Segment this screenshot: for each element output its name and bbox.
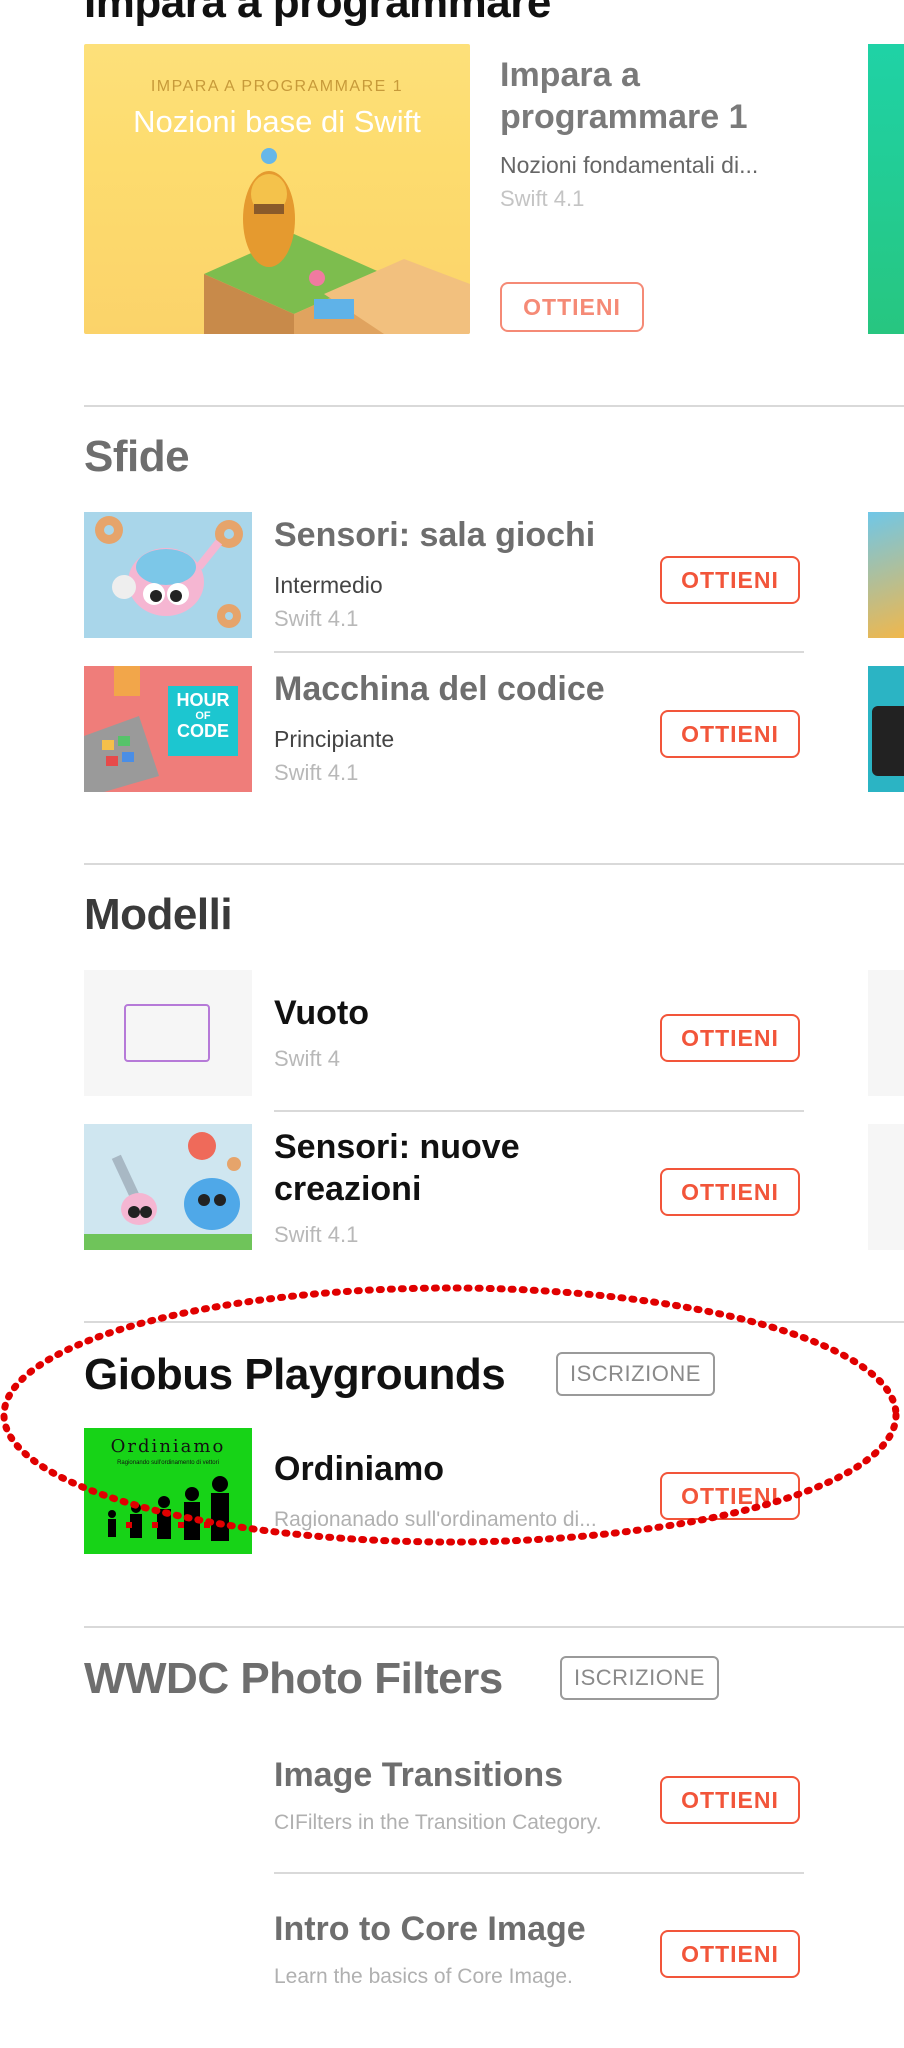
- donut-character-illustration: [95, 516, 243, 628]
- robot-character-illustration: [204, 148, 470, 334]
- item-title: Sensori: nuove creazioni: [274, 1126, 520, 1210]
- item-title-line: Sensori: nuove: [274, 1128, 520, 1166]
- featured-subtitle: Nozioni fondamentali di...: [500, 152, 759, 178]
- get-button[interactable]: OTTIENI: [660, 1776, 800, 1824]
- item-version: Swift 4.1: [274, 606, 359, 631]
- featured-banner[interactable]: IMPARA A PROGRAMMARE 1 Nozioni base di S…: [84, 44, 470, 334]
- section-divider: [84, 863, 904, 865]
- section-divider: [84, 405, 904, 407]
- featured-version: Swift 4.1: [500, 186, 585, 211]
- section-title-learn: Impara a programmare: [84, 0, 551, 27]
- thumb-macchina-del-codice[interactable]: HOUR OF CODE: [84, 666, 252, 792]
- row-divider: [274, 1872, 804, 1874]
- item-title-line: creazioni: [274, 1170, 422, 1208]
- get-button[interactable]: OTTIENI: [660, 1472, 800, 1520]
- item-subtitle: Intermedio: [274, 572, 383, 598]
- item-title: Vuoto: [274, 994, 370, 1032]
- tablet-illustration: [872, 706, 904, 776]
- section-title-wwdc: WWDC Photo Filters: [84, 1654, 503, 1703]
- get-button-featured[interactable]: OTTIENI: [500, 282, 644, 332]
- row-divider: [274, 651, 804, 653]
- next-item-peek[interactable]: [868, 512, 904, 638]
- next-card-peek[interactable]: [868, 44, 904, 334]
- get-button[interactable]: OTTIENI: [660, 1168, 800, 1216]
- section-divider: [84, 1626, 904, 1628]
- subscription-badge[interactable]: ISCRIZIONE: [560, 1656, 719, 1700]
- thumb-vuoto[interactable]: [84, 970, 252, 1096]
- people-sorting-silhouettes: [108, 1476, 229, 1541]
- get-button[interactable]: OTTIENI: [660, 556, 800, 604]
- logo-line: CODE: [176, 721, 229, 741]
- item-title: Ordiniamo: [274, 1450, 445, 1488]
- item-version: Swift 4.1: [274, 760, 359, 785]
- item-title: Sensori: sala giochi: [274, 516, 596, 554]
- next-item-peek[interactable]: [868, 1124, 904, 1250]
- get-button[interactable]: OTTIENI: [660, 1014, 800, 1062]
- next-item-peek[interactable]: [868, 666, 904, 792]
- item-version: Swift 4.1: [274, 1222, 359, 1247]
- item-title: Intro to Core Image: [274, 1910, 586, 1948]
- hour-of-code-logo: HOUR OF CODE: [168, 686, 238, 756]
- item-version: Swift 4: [274, 1046, 341, 1071]
- item-subtitle: Principiante: [274, 726, 395, 752]
- subscription-badge[interactable]: ISCRIZIONE: [556, 1352, 715, 1396]
- blank-template-frame: [124, 1004, 210, 1062]
- section-title-templates: Modelli: [84, 890, 233, 939]
- spring-character-illustration: [84, 1132, 252, 1250]
- item-subtitle: CIFilters in the Transition Category.: [274, 1811, 602, 1834]
- item-title: Image Transitions: [274, 1756, 564, 1794]
- get-button[interactable]: OTTIENI: [660, 1930, 800, 1978]
- get-button[interactable]: OTTIENI: [660, 710, 800, 758]
- section-title-giobus: Giobus Playgrounds: [84, 1350, 506, 1399]
- section-title-challenges: Sfide: [84, 432, 190, 481]
- row-divider: [274, 1110, 804, 1112]
- logo-line: HOUR: [176, 690, 230, 710]
- thumb-ordiniamo[interactable]: Ordiniamo Ragionando sull'ordinamento di…: [84, 1428, 252, 1554]
- item-title: Macchina del codice: [274, 670, 605, 708]
- item-subtitle: Learn the basics of Core Image.: [274, 1965, 573, 1988]
- next-item-peek[interactable]: [868, 970, 904, 1096]
- section-divider: [84, 1321, 904, 1323]
- thumb-sensori-nuove-creazioni[interactable]: [84, 1124, 252, 1250]
- item-subtitle: Ragionanado sull'ordinamento di...: [274, 1508, 597, 1531]
- thumb-sensori-sala-giochi[interactable]: [84, 512, 252, 638]
- featured-title: Impara a programmare 1: [500, 56, 748, 136]
